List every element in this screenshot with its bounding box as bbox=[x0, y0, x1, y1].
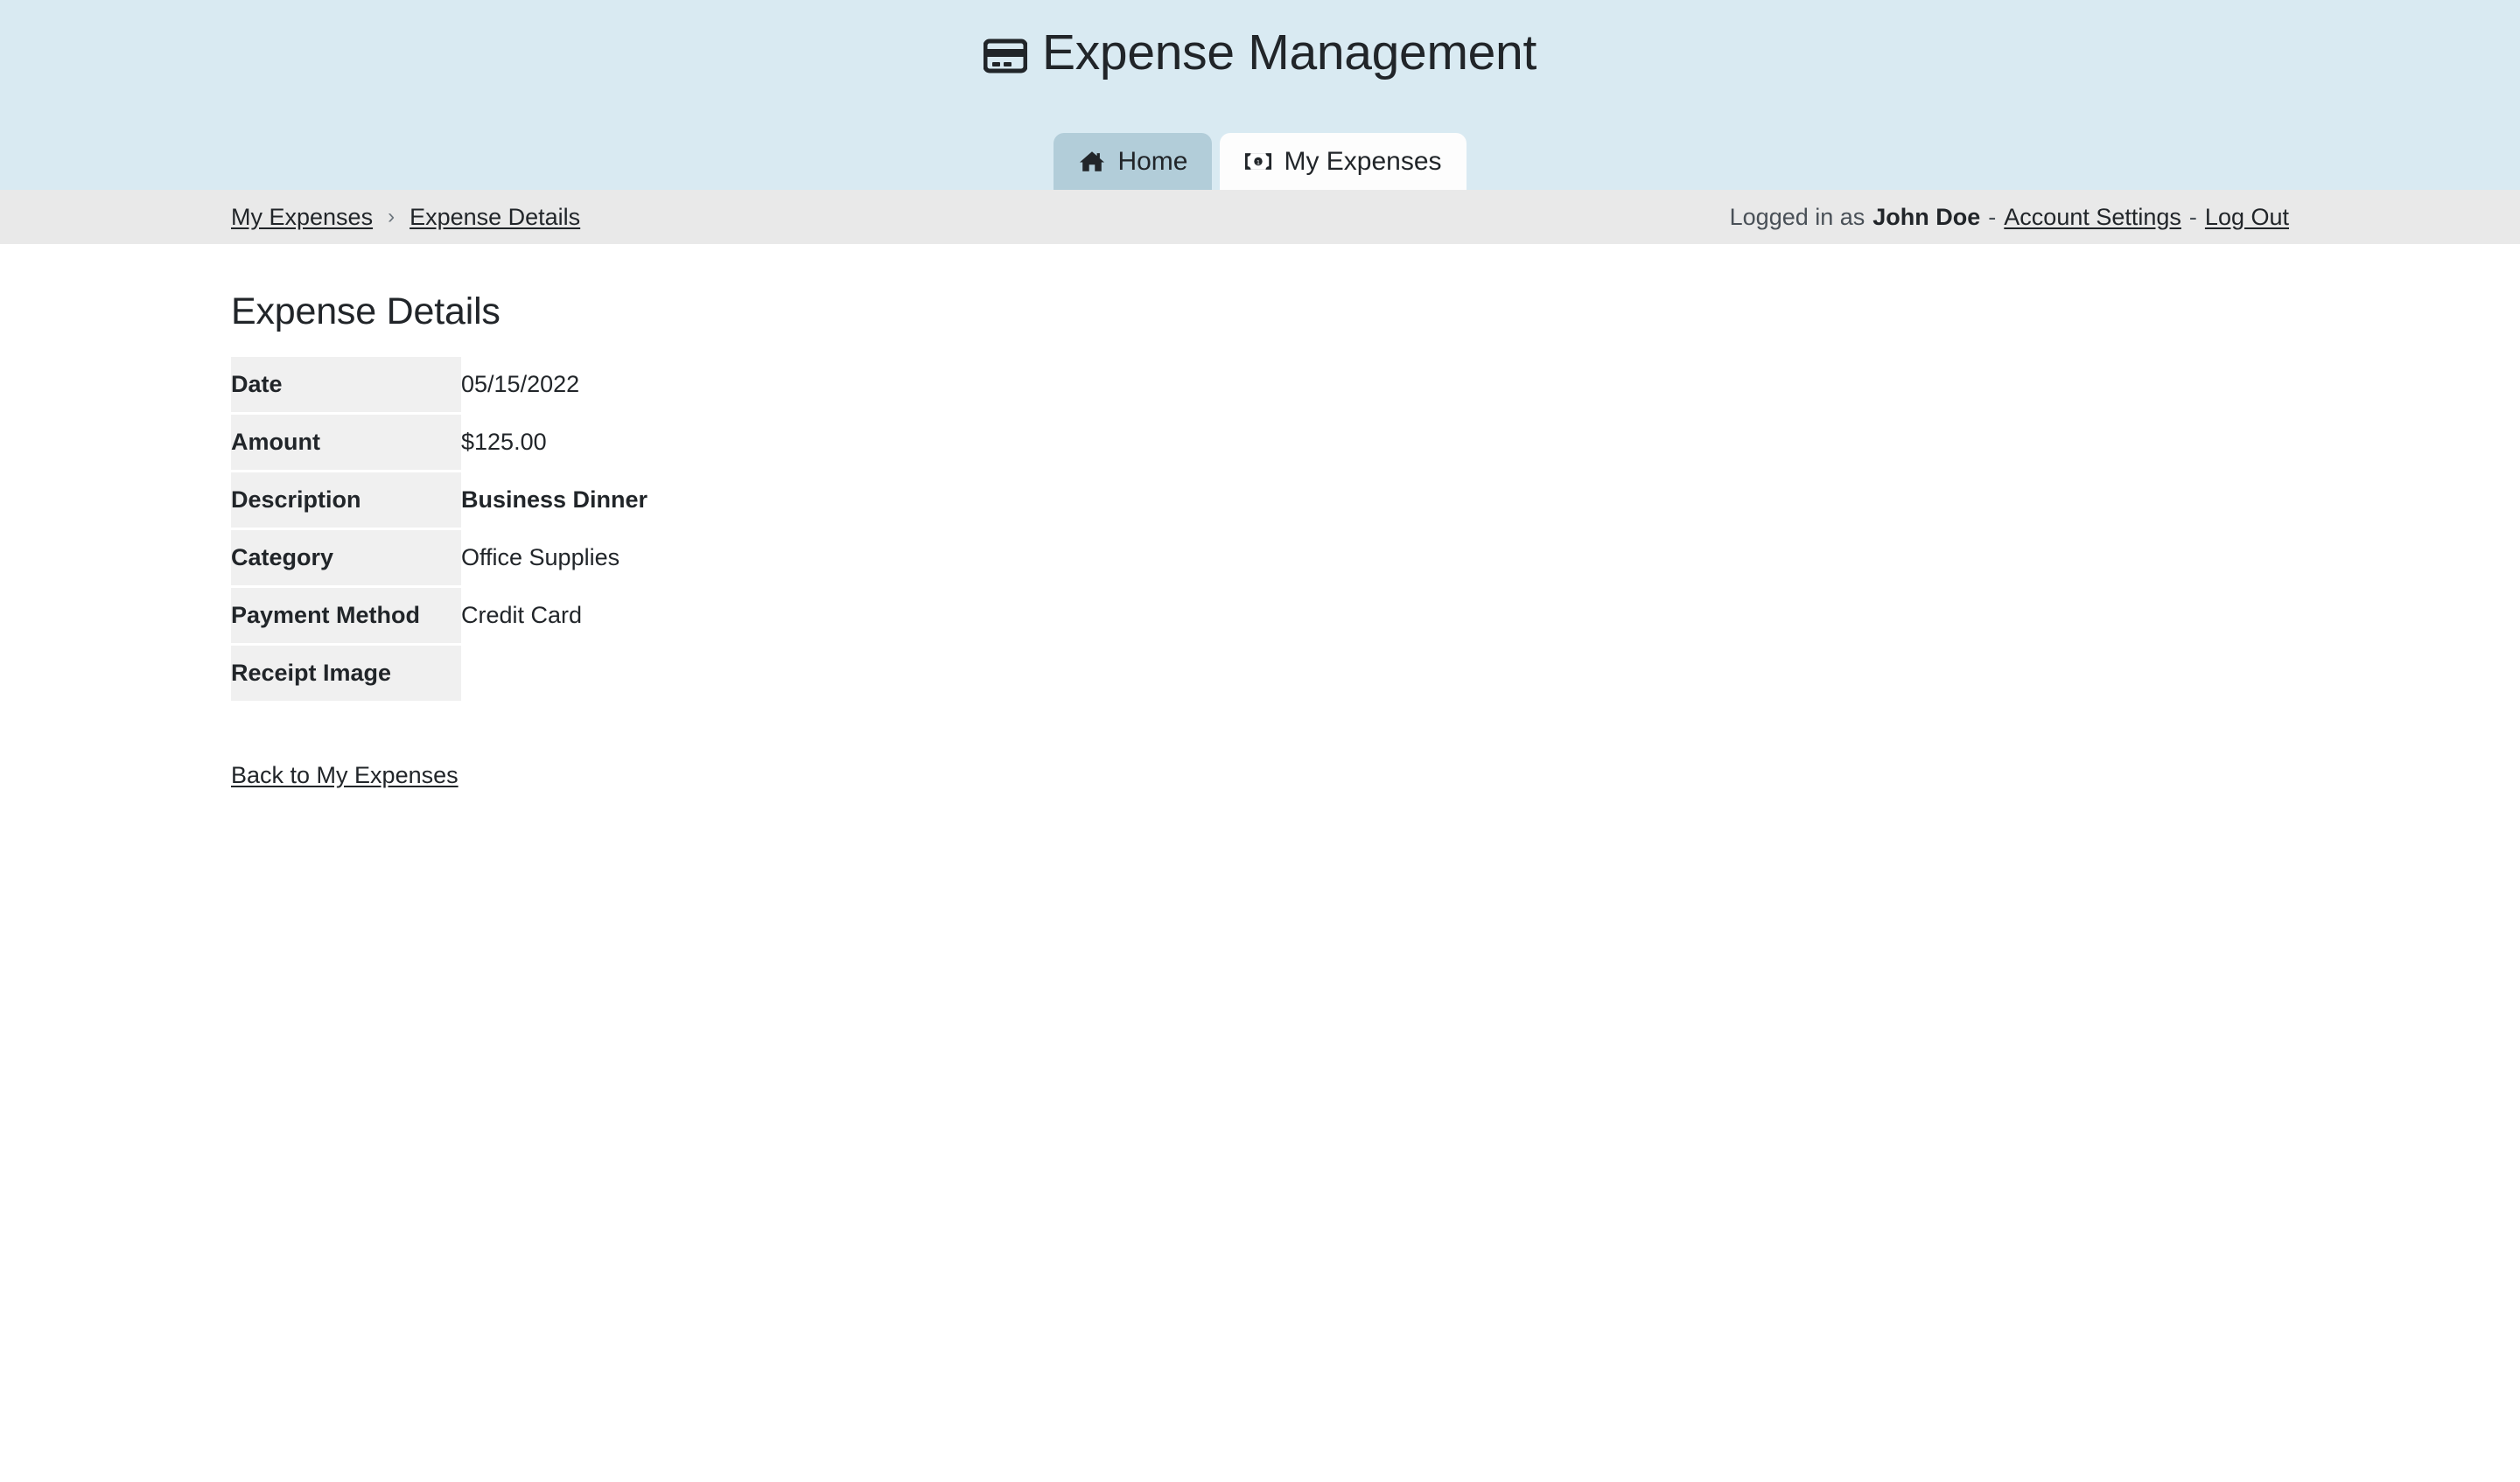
logged-in-username: John Doe bbox=[1872, 203, 1981, 230]
breadcrumb-item-my-expenses[interactable]: My Expenses bbox=[231, 205, 373, 229]
session-separator-1: - bbox=[1988, 203, 1997, 230]
account-settings-link[interactable]: Account Settings bbox=[2004, 205, 2181, 229]
svg-text:1: 1 bbox=[1256, 158, 1260, 166]
tab-my-expenses[interactable]: 1 My Expenses bbox=[1220, 133, 1466, 190]
credit-card-icon bbox=[984, 38, 1028, 73]
breadcrumb: My Expenses › Expense Details bbox=[231, 205, 580, 229]
detail-label-description: Description bbox=[231, 472, 461, 528]
detail-label-receipt-image: Receipt Image bbox=[231, 645, 461, 701]
tab-my-expenses-label: My Expenses bbox=[1284, 146, 1442, 176]
back-to-my-expenses-link[interactable]: Back to My Expenses bbox=[231, 761, 458, 789]
session-separator-2: - bbox=[2188, 203, 2197, 230]
page-app-title: Expense Management bbox=[984, 0, 1536, 82]
session-info: Logged in as John Doe - Account Settings… bbox=[1729, 203, 2289, 230]
table-row: Amount $125.00 bbox=[231, 414, 811, 470]
detail-label-payment-method: Payment Method bbox=[231, 587, 461, 643]
chevron-right-icon: › bbox=[388, 205, 396, 228]
table-row: Description Business Dinner bbox=[231, 472, 811, 528]
main-content: Expense Details Date 05/15/2022 Amount $… bbox=[0, 244, 2520, 789]
home-icon bbox=[1078, 149, 1106, 175]
table-row: Payment Method Credit Card bbox=[231, 587, 811, 643]
breadcrumb-item-expense-details[interactable]: Expense Details bbox=[410, 205, 580, 229]
main-nav-tabs: Home 1 My Expenses bbox=[0, 133, 2520, 190]
breadcrumb-session-bar: My Expenses › Expense Details Logged in … bbox=[0, 190, 2520, 244]
back-link-container: Back to My Expenses bbox=[231, 703, 2289, 789]
page-title: Expense Details bbox=[231, 290, 500, 332]
expense-details-table: Date 05/15/2022 Amount $125.00 Descripti… bbox=[231, 354, 811, 703]
money-bill-icon: 1 bbox=[1244, 149, 1272, 175]
table-row: Receipt Image bbox=[231, 645, 811, 701]
tab-home[interactable]: Home bbox=[1054, 133, 1213, 190]
detail-value-receipt-image bbox=[461, 646, 811, 701]
app-masthead: Expense Management Home 1 My Expenses bbox=[0, 0, 2520, 190]
detail-value-amount: $125.00 bbox=[461, 428, 547, 455]
detail-label-category: Category bbox=[231, 529, 461, 585]
detail-value-date: 05/15/2022 bbox=[461, 370, 580, 397]
detail-label-date: Date bbox=[231, 356, 461, 412]
log-out-link[interactable]: Log Out bbox=[2205, 205, 2289, 229]
app-title-text: Expense Management bbox=[1042, 24, 1536, 80]
logged-in-prefix: Logged in as bbox=[1729, 203, 1866, 230]
detail-value-category: Office Supplies bbox=[461, 543, 620, 570]
detail-value-description: Business Dinner bbox=[461, 486, 648, 513]
detail-value-payment-method: Credit Card bbox=[461, 601, 583, 628]
detail-label-amount: Amount bbox=[231, 414, 461, 470]
tab-home-label: Home bbox=[1117, 146, 1188, 176]
table-row: Category Office Supplies bbox=[231, 529, 811, 585]
table-row: Date 05/15/2022 bbox=[231, 356, 811, 412]
